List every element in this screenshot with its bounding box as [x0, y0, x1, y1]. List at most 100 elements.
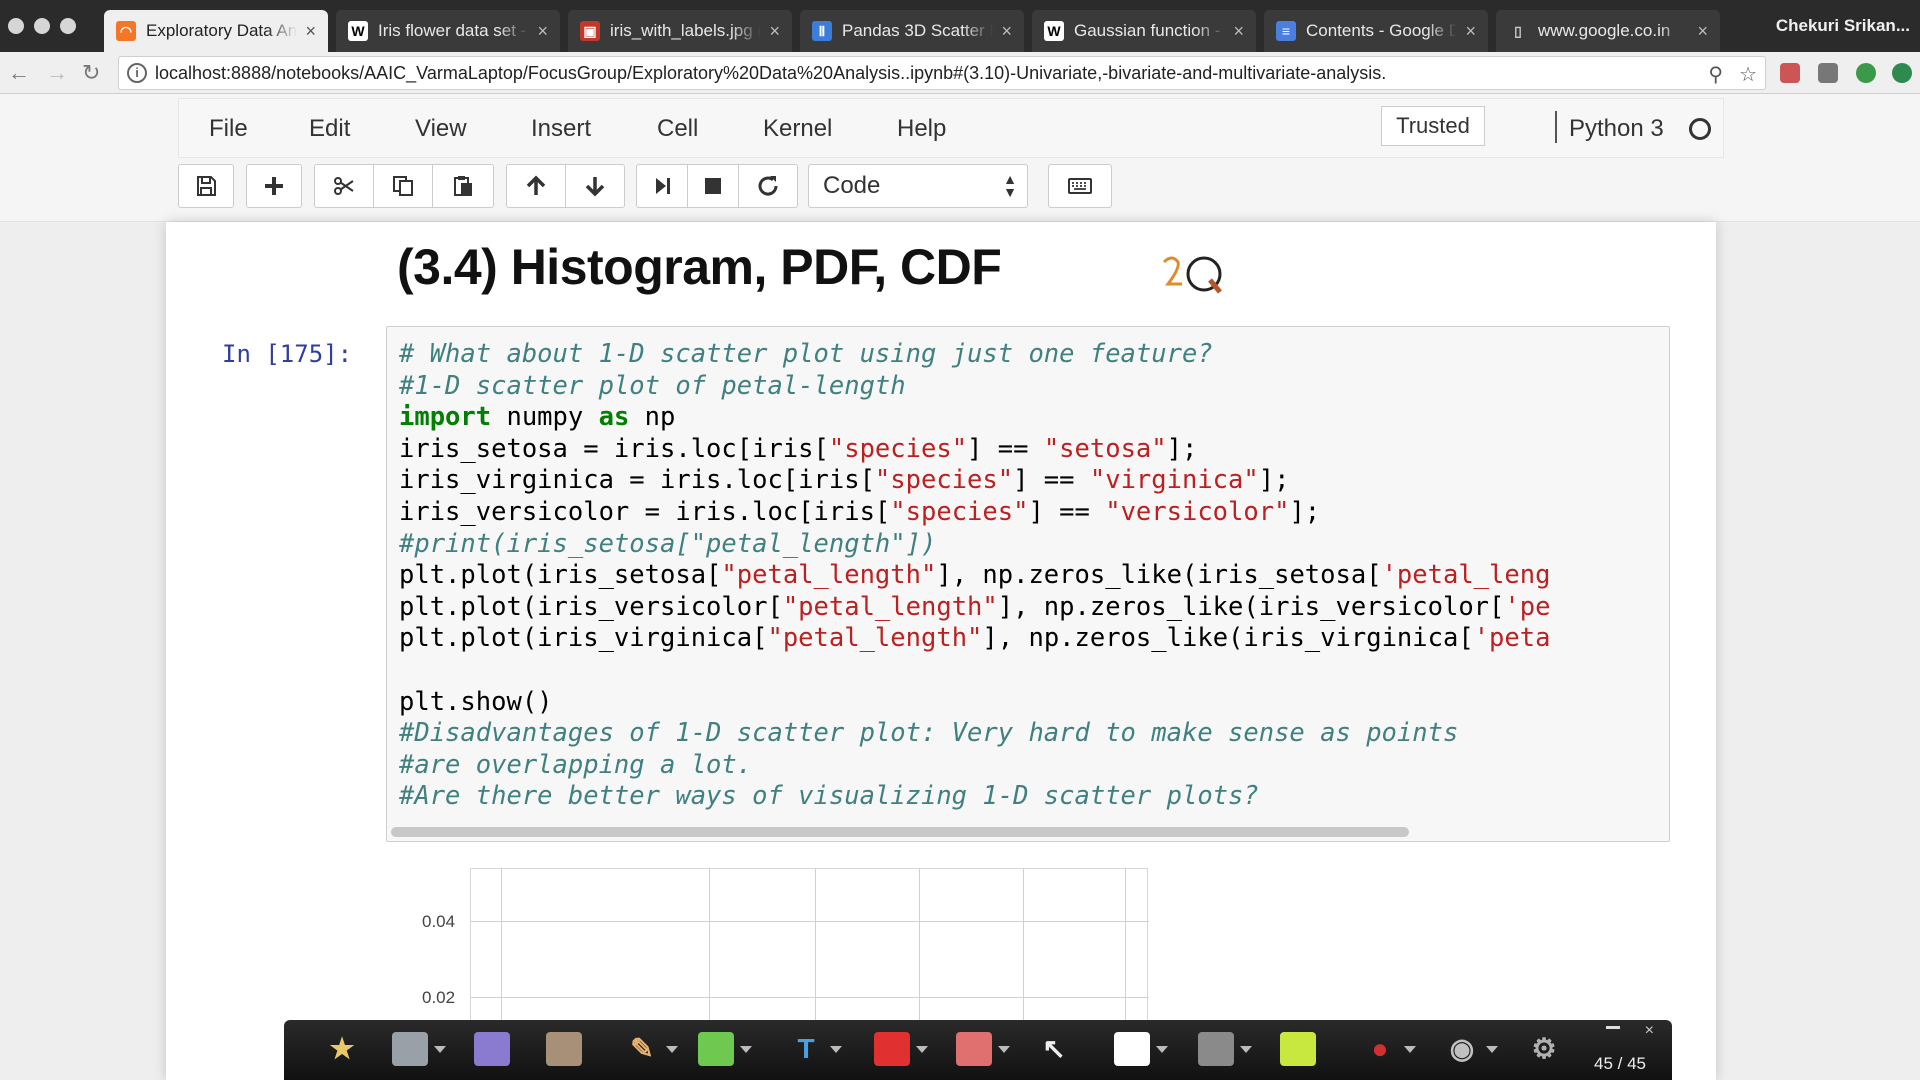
code-token: as — [598, 402, 630, 433]
close-tab-icon[interactable]: × — [305, 21, 316, 42]
cell-type-select[interactable]: Code ▲ ▼ — [808, 164, 1028, 208]
paste-icon — [454, 176, 472, 196]
browser-tab[interactable]: ▣ iris_with_labels.jpg (2 × — [568, 10, 792, 52]
grammarly-extension-icon[interactable] — [1856, 63, 1876, 83]
chevron-down-icon[interactable] — [1486, 1046, 1498, 1053]
chart-icon: Ⅱ — [812, 21, 832, 41]
menu-edit[interactable]: Edit — [309, 115, 350, 143]
code-line: #print(iris_setosa["petal_length"]) — [399, 529, 1550, 561]
trusted-button[interactable]: Trusted — [1381, 106, 1485, 146]
paste-button[interactable] — [432, 164, 494, 208]
command-palette-button[interactable] — [1048, 164, 1112, 208]
cursor-icon[interactable]: ↖ — [1036, 1032, 1072, 1066]
chevron-down-icon[interactable] — [434, 1046, 446, 1053]
copy-icon — [393, 176, 413, 196]
eraser-block-icon[interactable] — [956, 1032, 992, 1066]
minimize-window-button[interactable] — [34, 18, 50, 34]
chevron-down-icon[interactable] — [1404, 1046, 1416, 1053]
close-tab-icon[interactable]: × — [1697, 21, 1708, 42]
chevron-down-icon[interactable] — [1156, 1046, 1168, 1053]
kernel-idle-indicator-icon — [1689, 118, 1711, 140]
move-down-button[interactable] — [565, 164, 625, 208]
extension-icon[interactable] — [1818, 63, 1838, 83]
code-text[interactable]: # What about 1-D scatter plot using just… — [399, 339, 1550, 813]
forward-icon[interactable]: → — [46, 60, 68, 86]
webcam-icon[interactable]: ◉ — [1444, 1032, 1480, 1066]
select-arrows-icon: ▲ ▼ — [1003, 171, 1017, 200]
zoom-icon[interactable]: ⚲ — [1708, 62, 1723, 87]
code-token: "petal_length" — [767, 623, 983, 654]
browser-tab[interactable]: Ⅱ Pandas 3D Scatter P × — [800, 10, 1024, 52]
browser-tab[interactable]: ≡ Contents - Google D × — [1264, 10, 1488, 52]
save-button[interactable] — [178, 164, 234, 208]
shape-icon[interactable] — [874, 1032, 910, 1066]
settings-icon[interactable]: ⚙ — [1526, 1032, 1562, 1066]
profile-name[interactable]: Chekuri Srikan... — [1776, 16, 1910, 36]
maximize-window-button[interactable] — [60, 18, 76, 34]
close-tab-icon[interactable]: × — [1465, 21, 1476, 42]
url-input[interactable]: i localhost:8888/notebooks/AAIC_VarmaLap… — [118, 56, 1766, 90]
chevron-down-icon[interactable] — [916, 1046, 928, 1053]
menu-file[interactable]: File — [209, 115, 248, 143]
tab-title: Iris flower data set - — [378, 21, 527, 40]
pencil-icon[interactable]: ✎ — [624, 1032, 660, 1066]
url-text[interactable]: localhost:8888/notebooks/AAIC_VarmaLapto… — [155, 63, 1386, 84]
restart-button[interactable] — [738, 164, 798, 208]
pointer-pen-icon[interactable]: ★ — [324, 1032, 360, 1066]
whiteboard-icon[interactable] — [1114, 1032, 1150, 1066]
code-line: iris_virginica = iris.loc[iris["species"… — [399, 465, 1550, 497]
menu-help[interactable]: Help — [897, 115, 946, 143]
close-toolbar-button[interactable]: × — [1645, 1022, 1654, 1040]
run-button[interactable] — [636, 164, 688, 208]
chevron-down-icon[interactable] — [998, 1046, 1010, 1053]
chevron-down-icon[interactable] — [740, 1046, 752, 1053]
horizontal-scrollbar[interactable] — [391, 827, 1409, 837]
interrupt-button[interactable] — [687, 164, 739, 208]
code-token: "species" — [890, 496, 1029, 527]
close-window-button[interactable] — [8, 18, 24, 34]
gmail-extension-icon[interactable] — [1780, 63, 1800, 83]
menu-kernel[interactable]: Kernel — [763, 115, 832, 143]
close-tab-icon[interactable]: × — [1233, 21, 1244, 42]
color-swatch-icon[interactable] — [1280, 1032, 1316, 1066]
code-token: np — [629, 402, 676, 433]
extension-icon[interactable] — [1892, 63, 1912, 83]
chevron-down-icon[interactable] — [1240, 1046, 1252, 1053]
line-icon[interactable] — [1198, 1032, 1234, 1066]
code-token: ] == — [1028, 496, 1106, 527]
cut-button[interactable] — [314, 164, 374, 208]
chevron-down-icon[interactable] — [830, 1046, 842, 1053]
minimize-toolbar-button[interactable] — [1606, 1026, 1620, 1029]
reload-icon[interactable]: ↻ — [82, 60, 100, 86]
code-cell-editor[interactable]: # What about 1-D scatter plot using just… — [386, 326, 1670, 842]
eraser-icon[interactable] — [474, 1032, 510, 1066]
browser-tab[interactable]: W Iris flower data set - × — [336, 10, 560, 52]
save-icon[interactable] — [392, 1032, 428, 1066]
menu-cell[interactable]: Cell — [657, 115, 698, 143]
back-icon[interactable]: ← — [8, 60, 30, 86]
record-icon[interactable]: ● — [1362, 1032, 1398, 1066]
hand-icon[interactable] — [546, 1032, 582, 1066]
browser-tab[interactable]: W Gaussian function - V × — [1032, 10, 1256, 52]
highlighter-icon[interactable] — [698, 1032, 734, 1066]
site-info-icon[interactable]: i — [127, 63, 147, 83]
markdown-heading[interactable]: (3.4) Histogram, PDF, CDF — [397, 238, 1002, 296]
chevron-down-icon[interactable] — [666, 1046, 678, 1053]
insert-cell-button[interactable] — [246, 164, 302, 208]
close-tab-icon[interactable]: × — [769, 21, 780, 42]
browser-tab[interactable]: ▯ www.google.co.in × — [1496, 10, 1720, 52]
move-up-button[interactable] — [506, 164, 566, 208]
menu-view[interactable]: View — [415, 115, 467, 143]
code-line: # What about 1-D scatter plot using just… — [399, 339, 1550, 371]
bookmark-star-icon[interactable]: ☆ — [1739, 62, 1757, 87]
code-token: ] == — [967, 433, 1044, 464]
close-tab-icon[interactable]: × — [1001, 21, 1012, 42]
text-icon[interactable]: T — [788, 1032, 824, 1066]
copy-button[interactable] — [373, 164, 433, 208]
kernel-name[interactable]: Python 3 — [1569, 115, 1664, 143]
code-token: #Are there better ways of visualizing 1-… — [399, 781, 1259, 812]
google-docs-icon: ≡ — [1276, 21, 1296, 41]
close-tab-icon[interactable]: × — [537, 21, 548, 42]
menu-insert[interactable]: Insert — [531, 115, 591, 143]
browser-tab[interactable]: ◠ Exploratory Data An × — [104, 10, 328, 52]
